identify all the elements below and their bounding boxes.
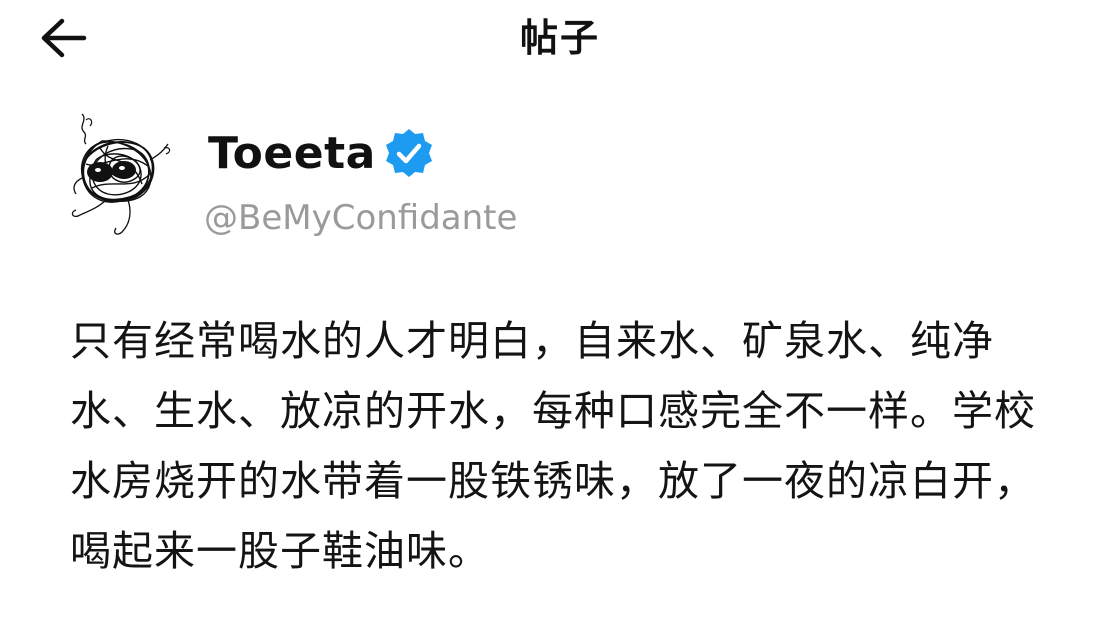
scribble-creature-avatar — [71, 113, 171, 235]
post-text: 只有经常喝水的人才明白，自来水、矿泉水、纯净水、生水、放凉的开水，每种口感完全不… — [70, 317, 1036, 575]
page-title: 帖子 — [519, 16, 600, 60]
avatar[interactable] — [52, 108, 182, 243]
author-handle[interactable]: @BeMyConfidante — [204, 194, 517, 242]
verified-badge-icon — [386, 129, 432, 177]
author-display-name[interactable]: Toeeta — [208, 124, 376, 184]
top-bar: 帖子 — [0, 0, 1120, 80]
